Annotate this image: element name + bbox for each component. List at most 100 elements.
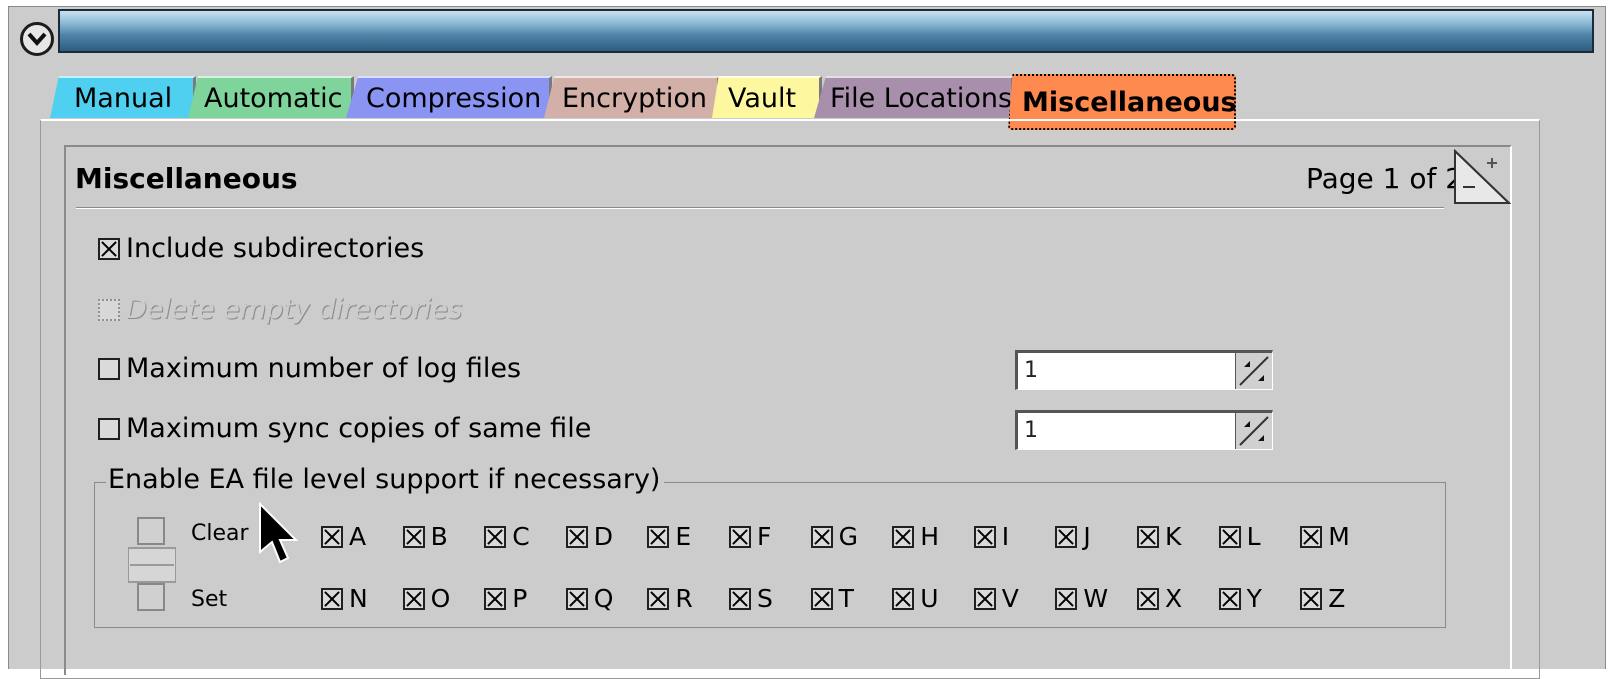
checkbox-checked-icon xyxy=(565,587,588,610)
set-label: Set xyxy=(191,587,228,612)
checkbox-checked-icon xyxy=(321,587,343,610)
spin-arrows-icon[interactable] xyxy=(1235,413,1272,449)
checkbox-checked-icon xyxy=(1055,587,1078,610)
checkbox-checked-icon xyxy=(892,525,915,548)
checkbox-checked-icon xyxy=(402,587,425,610)
include-subdirectories-checkbox[interactable]: Include subdirectories xyxy=(98,233,424,264)
tab-encryption[interactable]: Encryption xyxy=(544,76,720,118)
drive-letter-label: S xyxy=(757,584,773,613)
max-sync-copies-spinbox[interactable]: 1 xyxy=(1015,410,1273,450)
title-bar[interactable] xyxy=(58,9,1594,53)
drive-checkbox-q[interactable]: Q xyxy=(565,584,613,613)
max-sync-copies-checkbox[interactable]: Maximum sync copies of same file xyxy=(98,413,591,444)
drive-letter-label: D xyxy=(593,522,614,551)
tab-compression[interactable]: Compression xyxy=(346,76,552,118)
chevron-down-icon xyxy=(27,32,47,47)
drive-checkbox-w[interactable]: W xyxy=(1055,584,1108,613)
checkbox-checked-icon xyxy=(565,525,588,548)
drive-checkbox-y[interactable]: Y xyxy=(1218,584,1262,613)
checkbox-checked-icon xyxy=(973,525,996,548)
tab-label: Compression xyxy=(366,82,542,114)
drive-checkbox-l[interactable]: L xyxy=(1218,522,1261,551)
spinbox-value: 1 xyxy=(1024,358,1038,383)
checkbox-checked-icon xyxy=(321,525,343,548)
spin-up-down-icon xyxy=(1239,356,1269,386)
drive-checkbox-d[interactable]: D xyxy=(565,522,614,551)
window-menu-button[interactable] xyxy=(20,22,54,56)
drive-letter-label: I xyxy=(1001,522,1010,551)
checkbox-label: Include subdirectories xyxy=(126,233,425,264)
drive-letter-label: M xyxy=(1328,522,1350,551)
drive-letter-label: O xyxy=(430,584,451,613)
page-indicator: Page 1 of 2 xyxy=(1306,162,1464,195)
checkbox-label: Maximum sync copies of same file xyxy=(126,413,592,444)
drive-checkbox-s[interactable]: S xyxy=(729,584,773,613)
drive-letter-label: Z xyxy=(1328,584,1346,613)
drive-letter-label: U xyxy=(920,584,939,613)
checkbox-unchecked-icon xyxy=(98,357,120,380)
drive-checkbox-g[interactable]: G xyxy=(810,522,858,551)
max-log-files-spinbox[interactable]: 1 xyxy=(1015,350,1273,390)
drive-checkbox-p[interactable]: P xyxy=(484,584,527,613)
drive-checkbox-v[interactable]: V xyxy=(973,584,1019,613)
tab-file-locations[interactable]: File Locations xyxy=(814,76,1014,118)
drive-checkbox-k[interactable]: K xyxy=(1137,522,1181,551)
page-turn-icon[interactable] xyxy=(1451,149,1511,207)
checkbox-checked-icon xyxy=(810,525,833,548)
checkbox-checked-icon xyxy=(729,525,751,548)
drive-checkbox-e[interactable]: E xyxy=(647,522,691,551)
drive-letter-label: K xyxy=(1165,522,1182,551)
checkbox-checked-icon xyxy=(1300,525,1323,548)
tab-label: Automatic xyxy=(204,82,343,114)
tab-label: Vault xyxy=(728,82,797,114)
tab-vault[interactable]: Vault xyxy=(712,76,822,118)
checkbox-checked-icon xyxy=(1218,587,1241,610)
spin-arrows-icon[interactable] xyxy=(1235,353,1272,389)
page-title: Miscellaneous xyxy=(75,162,298,195)
drive-checkbox-z[interactable]: Z xyxy=(1300,584,1345,613)
drive-letter-label: G xyxy=(838,522,858,551)
spin-up-down-icon xyxy=(1239,416,1269,446)
checkbox-checked-icon xyxy=(647,525,670,548)
delete-empty-directories-checkbox: Delete empty directories xyxy=(98,294,462,325)
checkbox-disabled-icon xyxy=(98,298,120,321)
drive-letter-label: X xyxy=(1165,584,1183,613)
drive-checkbox-a[interactable]: A xyxy=(321,522,366,551)
drive-checkbox-x[interactable]: X xyxy=(1137,584,1182,613)
clear-label: Clear xyxy=(191,521,249,546)
checkbox-checked-icon xyxy=(484,525,507,548)
drive-letter-label: E xyxy=(675,522,692,551)
drive-letter-label: V xyxy=(1001,584,1019,613)
drive-checkbox-t[interactable]: T xyxy=(810,584,854,613)
drive-letter-label: H xyxy=(920,522,939,551)
drive-letter-label: T xyxy=(838,584,854,613)
mouse-cursor-icon xyxy=(259,502,298,564)
drive-checkbox-o[interactable]: O xyxy=(402,584,451,613)
checkbox-checked-icon xyxy=(647,587,670,610)
drive-checkbox-u[interactable]: U xyxy=(892,584,939,613)
page-divider xyxy=(76,207,1444,209)
checkbox-unchecked-icon xyxy=(98,417,120,440)
drive-checkbox-n[interactable]: N xyxy=(321,584,368,613)
drive-letter-label: A xyxy=(349,522,367,551)
checkbox-checked-icon xyxy=(973,587,996,610)
drive-checkbox-h[interactable]: H xyxy=(892,522,939,551)
drive-letter-label: C xyxy=(512,522,530,551)
max-log-files-checkbox[interactable]: Maximum number of log files xyxy=(98,353,521,384)
drive-letter-label: B xyxy=(430,522,448,551)
drive-letter-label: W xyxy=(1083,584,1109,613)
tab-label: File Locations xyxy=(830,82,1013,114)
drive-checkbox-f[interactable]: F xyxy=(729,522,771,551)
tab-manual[interactable]: Manual xyxy=(50,76,196,118)
drive-checkbox-c[interactable]: C xyxy=(484,522,530,551)
checkbox-label: Delete empty directories xyxy=(126,294,463,325)
drive-letter-label: N xyxy=(349,584,368,613)
drive-checkbox-j[interactable]: J xyxy=(1055,522,1091,551)
clear-set-slider[interactable] xyxy=(128,516,176,614)
checkbox-checked-icon xyxy=(484,587,507,610)
drive-checkbox-b[interactable]: B xyxy=(402,522,448,551)
drive-checkbox-r[interactable]: R xyxy=(647,584,693,613)
drive-checkbox-i[interactable]: I xyxy=(973,522,1010,551)
tab-automatic[interactable]: Automatic xyxy=(188,76,354,118)
drive-checkbox-m[interactable]: M xyxy=(1300,522,1350,551)
